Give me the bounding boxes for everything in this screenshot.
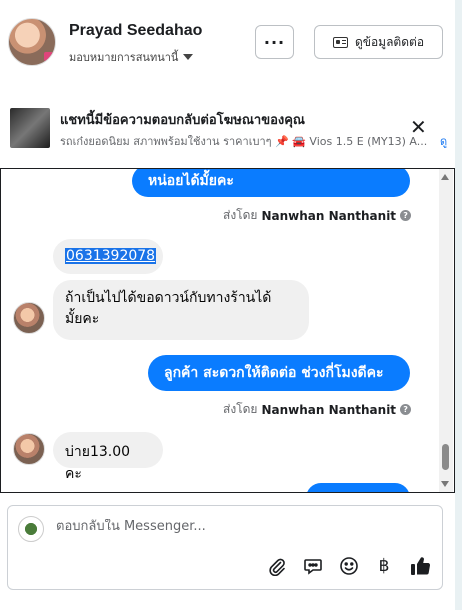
messenger-page: Prayad Seedahao มอบหมายการสนทนานี้ ··· ด… — [0, 0, 455, 610]
badge-icon — [44, 52, 53, 61]
contact-avatar-small — [13, 302, 45, 334]
page-avatar — [18, 516, 44, 542]
reply-composer: ฿ — [7, 505, 443, 590]
assign-label: มอบหมายการสนทนานี้ — [69, 51, 179, 64]
more-options-button[interactable]: ··· — [255, 25, 294, 59]
conversation-header: Prayad Seedahao มอบหมายการสนทนานี้ ··· ด… — [0, 0, 455, 90]
close-icon[interactable]: ✕ — [410, 117, 427, 137]
thread-scrollbar[interactable] — [439, 169, 453, 492]
sent-by-label: ส่งโดย Nanwhan Nanthanit ? — [223, 206, 412, 225]
sent-by-label: ส่งโดย Nanwhan Nanthanit ? — [223, 400, 412, 419]
help-icon[interactable]: ? — [400, 404, 412, 415]
baht-icon[interactable]: ฿ — [372, 554, 396, 578]
caret-down-icon — [183, 54, 194, 60]
message-text: หน่อยได้มั้ยคะ — [148, 173, 234, 189]
contact-avatar[interactable] — [8, 18, 56, 66]
sender-name: Nanwhan Nanthanit — [261, 402, 397, 417]
ad-banner-title: แชทนี้มีข้อความตอบกลับต่อโฆษณาของคุณ — [60, 113, 305, 128]
contact-avatar-small — [13, 433, 45, 465]
assign-conversation-dropdown[interactable]: มอบหมายการสนทนานี้ — [69, 48, 194, 66]
scroll-up-arrow-icon[interactable] — [441, 174, 449, 180]
phone-number-text[interactable]: 0631392078 — [65, 248, 157, 264]
message-bubble-outgoing: หน่อยได้มั้ยคะ — [132, 169, 410, 197]
message-bubble-outgoing-partial — [306, 483, 410, 492]
reply-input[interactable] — [56, 519, 426, 534]
smiley-icon[interactable] — [337, 554, 361, 578]
message-text: ลูกค้า สะดวกให้ติดต่อ ช่วงกี่โมงดีคะ — [164, 365, 384, 381]
sent-by-prefix: ส่งโดย — [223, 208, 258, 222]
help-icon[interactable]: ? — [400, 210, 412, 221]
contact-card-icon — [332, 36, 348, 48]
message-text-line: ถ้าเป็นไปได้ขอดาวน์กับทางร้านได้ — [65, 290, 272, 306]
ad-banner-subtitle: รถเก๋งยอดนิยม สภาพพร้อมใช้งาน ราคาเบาๆ 📌… — [60, 135, 428, 148]
scroll-down-arrow-icon[interactable] — [441, 481, 449, 487]
sent-by-prefix: ส่งโดย — [223, 402, 258, 416]
message-bubble-incoming: ถ้าเป็นไปได้ขอดาวน์กับทางร้านได้ มั้ยคะ — [53, 280, 309, 340]
sender-name: Nanwhan Nanthanit — [261, 208, 397, 223]
message-text-line: มั้ยคะ — [65, 311, 100, 327]
message-bubble-incoming: 0631392078 — [53, 239, 163, 274]
ad-thumbnail — [10, 108, 50, 148]
message-thread: หน่อยได้มั้ยคะ ส่งโดย Nanwhan Nanthanit … — [0, 168, 455, 493]
message-bubble-outgoing: ลูกค้า สะดวกให้ติดต่อ ช่วงกี่โมงดีคะ — [148, 355, 410, 391]
ad-reply-banner: แชทนี้มีข้อความตอบกลับต่อโฆษณาของคุณ รถเ… — [0, 98, 455, 160]
paperclip-icon[interactable] — [265, 554, 289, 578]
message-text: บ่าย13.00 คะ — [65, 444, 131, 482]
speech-bubble-icon[interactable] — [301, 554, 325, 578]
ad-view-link[interactable]: ดู — [440, 132, 447, 150]
view-contact-info-label: ดูข้อมูลติดต่อ — [354, 34, 425, 49]
scrollbar-thumb[interactable] — [442, 444, 449, 470]
message-bubble-incoming: บ่าย13.00 คะ — [53, 432, 163, 482]
contact-name[interactable]: Prayad Seedahao — [69, 22, 202, 40]
view-contact-info-button[interactable]: ดูข้อมูลติดต่อ — [314, 25, 443, 59]
thumbs-up-icon[interactable] — [408, 554, 432, 578]
